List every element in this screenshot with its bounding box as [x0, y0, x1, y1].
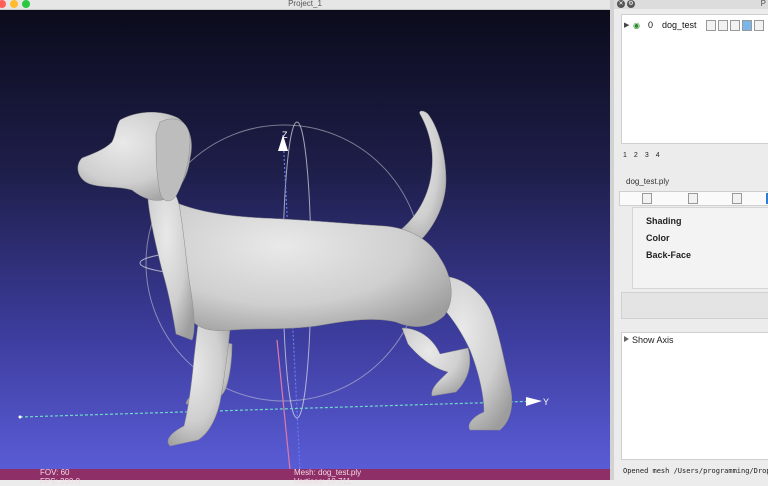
tab-3[interactable]: 3 — [645, 152, 649, 159]
color-icon[interactable] — [742, 20, 752, 31]
window-title: Project_1 — [288, 0, 322, 8]
tab-1[interactable]: 1 — [623, 152, 627, 159]
decorators-list[interactable]: Show Axis — [621, 332, 768, 460]
back-face-option[interactable]: Back-Face — [646, 250, 691, 260]
log-message: Opened mesh /Users/programming/Dropbox — [623, 467, 768, 475]
tab-4[interactable]: 4 — [656, 152, 660, 159]
wireframe-icon[interactable] — [718, 20, 728, 31]
render-mode-toolbar — [619, 191, 768, 206]
dog-mesh-model[interactable] — [77, 110, 513, 447]
expand-arrow-icon[interactable]: ▶ — [624, 21, 629, 29]
options-footer — [621, 292, 768, 319]
layer-index: 0 — [648, 20, 654, 30]
render-options-panel: Shading Color Back-Face — [632, 207, 768, 289]
texture-mode-icon[interactable] — [732, 193, 742, 204]
tab-numbers: 1234 — [623, 152, 667, 159]
info-icon[interactable] — [754, 20, 764, 31]
texture-icon[interactable] — [730, 20, 740, 31]
layer-panel: ✕ ⚙ P ▶ ◉ 0 dog_test 1234 dog_test.ply S… — [614, 0, 768, 480]
show-axis-item[interactable]: Show Axis — [632, 335, 674, 345]
tab-2[interactable]: 2 — [634, 152, 638, 159]
viewport-scene[interactable]: Z Y — [0, 10, 610, 470]
vertices-readout: Vertices: 19 711 — [294, 477, 351, 486]
y-axis-label: Y — [543, 397, 549, 407]
mesh-readout: Mesh: dog_test.ply — [294, 468, 362, 477]
x-axis-line — [276, 339, 291, 470]
eye-icon[interactable]: ◉ — [633, 21, 640, 30]
mesh-icon[interactable] — [706, 20, 716, 31]
close-icon[interactable]: ✕ — [617, 0, 625, 8]
y-axis-line — [19, 400, 541, 418]
panel-title: P — [760, 0, 766, 8]
expand-arrow-icon[interactable] — [624, 336, 629, 342]
z-axis-label: Z — [282, 130, 288, 140]
axis-origin-dot — [18, 415, 22, 419]
panel-header: ✕ ⚙ P — [614, 0, 768, 9]
color-option[interactable]: Color — [646, 233, 670, 243]
layer-row[interactable]: ▶ ◉ 0 dog_test — [622, 19, 768, 33]
status-bar: FOV: 60 FPS: 200.0 Mesh: dog_test.ply Ve… — [0, 468, 610, 486]
mesh-name-label: dog_test.ply — [626, 177, 670, 186]
fov-readout: FOV: 60 — [40, 468, 70, 477]
shading-option[interactable]: Shading — [646, 216, 682, 226]
3d-viewport[interactable]: Z Y — [0, 10, 610, 470]
title-bar: Project_1 — [0, 0, 610, 10]
fps-readout: FPS: 200.0 — [40, 477, 81, 486]
y-axis-arrow — [526, 397, 542, 406]
points-mode-icon[interactable] — [688, 193, 698, 204]
box-mode-icon[interactable] — [642, 193, 652, 204]
layer-name[interactable]: dog_test — [662, 20, 697, 30]
gear-icon[interactable]: ⚙ — [627, 0, 635, 8]
layer-list[interactable]: ▶ ◉ 0 dog_test — [621, 14, 768, 144]
